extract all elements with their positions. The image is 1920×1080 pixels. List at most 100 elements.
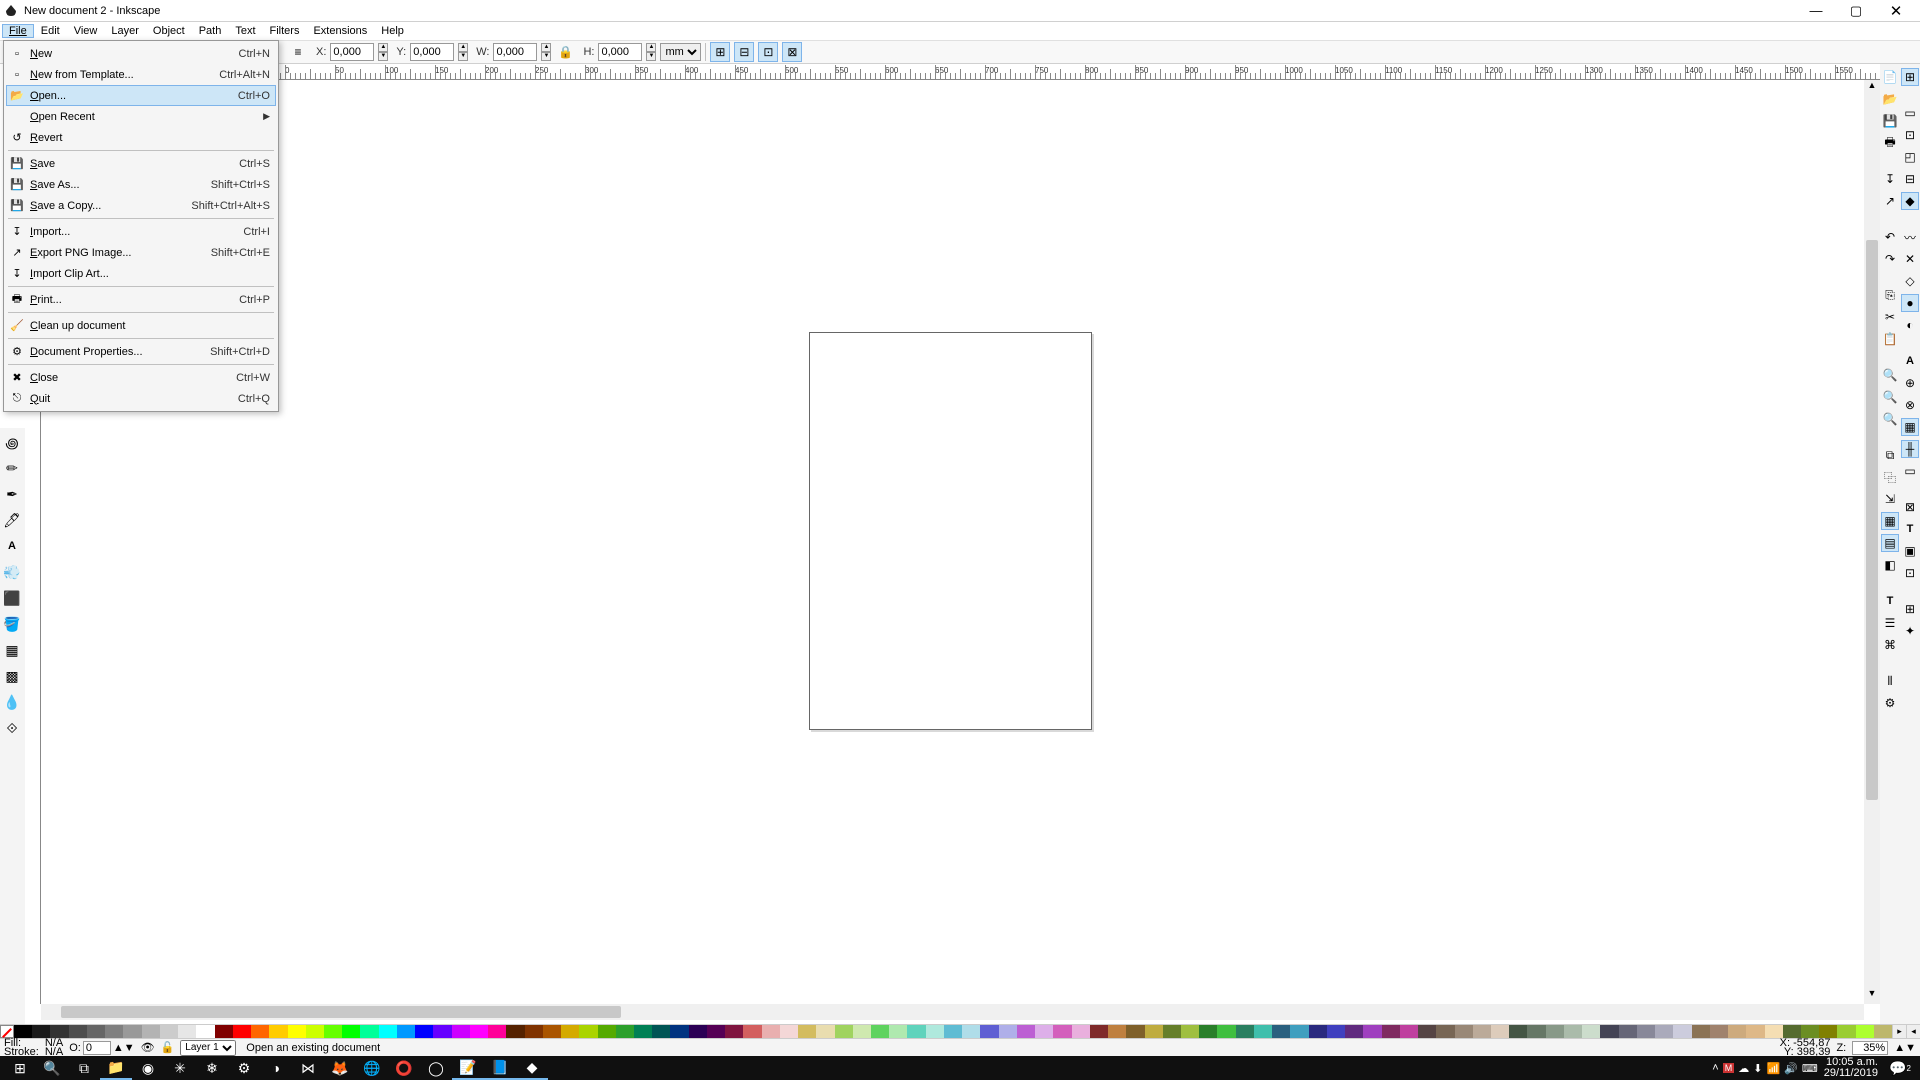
tray-app-icon[interactable]: M <box>1723 1063 1735 1073</box>
layer-visible-icon[interactable]: 👁 <box>141 1041 155 1054</box>
color-swatch[interactable] <box>1418 1025 1436 1038</box>
color-swatch[interactable] <box>1217 1025 1235 1038</box>
fill-stroke-indicator[interactable]: Fill: Stroke: <box>4 1039 39 1057</box>
color-swatch[interactable] <box>1290 1025 1308 1038</box>
color-swatch[interactable] <box>1163 1025 1181 1038</box>
h-spinner[interactable]: ▲▼ <box>646 43 656 61</box>
tray-chevron-icon[interactable]: ˄ <box>1712 1062 1718 1074</box>
color-swatch[interactable] <box>1473 1025 1491 1038</box>
color-swatch[interactable] <box>1400 1025 1418 1038</box>
color-swatch[interactable] <box>1600 1025 1618 1038</box>
unlink-clone-icon[interactable]: ⇲ <box>1881 490 1899 508</box>
snap-enable-icon[interactable]: ⊞ <box>1901 68 1919 86</box>
tray-wifi-icon[interactable]: 📶 <box>1766 1062 1780 1075</box>
calligraphy-tool-icon[interactable]: 🖊 <box>0 508 24 532</box>
layers-dialog-icon[interactable]: ☰ <box>1881 614 1899 632</box>
color-swatch[interactable] <box>543 1025 561 1038</box>
app-icon[interactable]: ✳ <box>164 1056 196 1080</box>
snap-node-icon[interactable]: ◆ <box>1901 192 1919 210</box>
color-swatch[interactable] <box>1327 1025 1345 1038</box>
canvas[interactable] <box>41 80 1864 1004</box>
color-swatch[interactable] <box>871 1025 889 1038</box>
chrome-icon[interactable]: ◉ <box>132 1056 164 1080</box>
search-button[interactable]: 🔍 <box>36 1056 68 1080</box>
color-swatch[interactable] <box>506 1025 524 1038</box>
color-swatch[interactable] <box>1199 1025 1217 1038</box>
color-swatch[interactable] <box>670 1025 688 1038</box>
color-swatch[interactable] <box>196 1025 214 1038</box>
color-swatch[interactable] <box>1874 1025 1892 1038</box>
snap-misc2-icon[interactable]: ✦ <box>1901 622 1919 640</box>
color-swatch[interactable] <box>1527 1025 1545 1038</box>
color-swatch[interactable] <box>1491 1025 1509 1038</box>
menu-item-save-as[interactable]: 💾Save As...Shift+Ctrl+S <box>6 174 276 195</box>
color-swatch[interactable] <box>1619 1025 1637 1038</box>
color-swatch[interactable] <box>269 1025 287 1038</box>
menu-item-export-png-image[interactable]: ↗Export PNG Image...Shift+Ctrl+E <box>6 242 276 263</box>
color-swatch[interactable] <box>142 1025 160 1038</box>
menu-item-print[interactable]: 🖶Print...Ctrl+P <box>6 289 276 310</box>
spray-tool-icon[interactable]: 💨 <box>0 560 24 584</box>
color-swatch[interactable] <box>999 1025 1017 1038</box>
transform-gradient-icon[interactable]: ⊡ <box>758 42 778 62</box>
menu-help[interactable]: Help <box>374 24 411 38</box>
scroll-up-icon[interactable]: ▲ <box>1864 80 1880 96</box>
spiral-tool-icon[interactable]: ꩜ <box>0 430 24 454</box>
menu-object[interactable]: Object <box>146 24 192 38</box>
color-swatch[interactable] <box>1546 1025 1564 1038</box>
color-swatch[interactable] <box>342 1025 360 1038</box>
firefox-icon[interactable]: 🦊 <box>324 1056 356 1080</box>
print-doc-icon[interactable]: 🖶 <box>1881 134 1899 152</box>
menu-file[interactable]: File <box>2 24 34 38</box>
color-swatch[interactable] <box>379 1025 397 1038</box>
color-swatch[interactable] <box>835 1025 853 1038</box>
color-swatch[interactable] <box>1309 1025 1327 1038</box>
align-dialog-icon[interactable]: ⫴ <box>1881 672 1899 690</box>
color-swatch[interactable] <box>251 1025 269 1038</box>
undo-icon[interactable]: ↶ <box>1881 228 1899 246</box>
mesh-tool-icon[interactable]: ▩ <box>0 664 24 688</box>
color-swatch[interactable] <box>233 1025 251 1038</box>
color-swatch[interactable] <box>105 1025 123 1038</box>
maximize-button[interactable]: ▢ <box>1836 1 1876 21</box>
opera-icon[interactable]: ⭕ <box>388 1056 420 1080</box>
color-swatch[interactable] <box>1236 1025 1254 1038</box>
edge-icon[interactable]: 🌐 <box>356 1056 388 1080</box>
zoom-drawing-icon[interactable]: 🔍 <box>1881 388 1899 406</box>
menu-item-clean-up-document[interactable]: 🧹Clean up document <box>6 315 276 336</box>
app-icon[interactable]: ◯ <box>420 1056 452 1080</box>
app-icon[interactable]: ⚙ <box>228 1056 260 1080</box>
pencil-tool-icon[interactable]: ✏ <box>0 456 24 480</box>
color-swatch[interactable] <box>215 1025 233 1038</box>
align-left-icon[interactable]: ≡ <box>288 42 308 62</box>
menu-text[interactable]: Text <box>228 24 262 38</box>
gradient-tool-icon[interactable]: ▦ <box>0 638 24 662</box>
snap-bbox-corner-icon[interactable]: ◰ <box>1901 148 1919 166</box>
palette-menu-icon[interactable]: ◂ <box>1906 1025 1920 1038</box>
color-swatch[interactable] <box>397 1025 415 1038</box>
opacity-spinner[interactable]: ▲▼ <box>113 1042 135 1054</box>
snap-bbox-edge-icon[interactable]: ⊡ <box>1901 126 1919 144</box>
inkscape-icon[interactable]: ◆ <box>516 1056 548 1080</box>
menu-item-import-clip-art[interactable]: ↧Import Clip Art... <box>6 263 276 284</box>
menu-item-document-properties[interactable]: ⚙Document Properties...Shift+Ctrl+D <box>6 341 276 362</box>
color-swatch[interactable] <box>980 1025 998 1038</box>
color-swatch[interactable] <box>616 1025 634 1038</box>
text-tool-icon[interactable]: A <box>0 534 24 558</box>
snap-page-border-icon[interactable]: ▣ <box>1901 542 1919 560</box>
color-swatch[interactable] <box>123 1025 141 1038</box>
color-swatch[interactable] <box>907 1025 925 1038</box>
save-doc-icon[interactable]: 💾 <box>1881 112 1899 130</box>
w-input[interactable] <box>493 43 537 61</box>
duplicate-icon[interactable]: ⧉ <box>1881 446 1899 464</box>
snap-rotation-icon[interactable]: ⊗ <box>1901 396 1919 414</box>
opacity-input[interactable] <box>83 1041 111 1055</box>
menu-item-save-a-copy[interactable]: 💾Save a Copy...Shift+Ctrl+Alt+S <box>6 195 276 216</box>
color-swatch[interactable] <box>87 1025 105 1038</box>
hscroll-thumb[interactable] <box>61 1006 621 1018</box>
layer-lock-icon[interactable]: 🔓 <box>161 1041 175 1054</box>
zoom-input[interactable] <box>1852 1041 1888 1055</box>
paint-bucket-tool-icon[interactable]: 🪣 <box>0 612 24 636</box>
color-swatch[interactable] <box>360 1025 378 1038</box>
color-swatch[interactable] <box>452 1025 470 1038</box>
